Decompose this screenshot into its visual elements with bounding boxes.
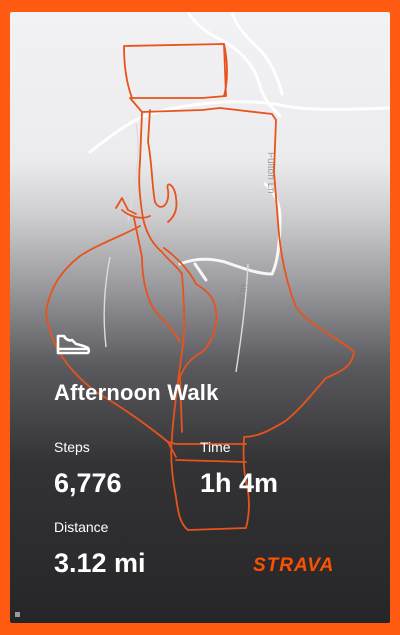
time-label: Time bbox=[200, 439, 231, 455]
steps-label: Steps bbox=[54, 439, 90, 455]
activity-share-card: Fulton Ln 140 m Afternoon Walk Steps 6,7 bbox=[10, 12, 390, 623]
distance-label: Distance bbox=[54, 519, 109, 535]
strava-logo: STRAVA bbox=[253, 555, 335, 576]
shoe-icon bbox=[54, 330, 92, 358]
distance-value: 3.12 mi bbox=[54, 548, 146, 578]
map-attribution-mark bbox=[15, 612, 20, 617]
map-roads bbox=[88, 12, 390, 282]
steps-value: 6,776 bbox=[54, 468, 122, 498]
time-value: 1h 4m bbox=[200, 468, 279, 498]
activity-title: Afternoon Walk bbox=[54, 380, 219, 405]
route-line bbox=[45, 43, 355, 531]
road-label-elevation: 140 m bbox=[234, 283, 250, 312]
